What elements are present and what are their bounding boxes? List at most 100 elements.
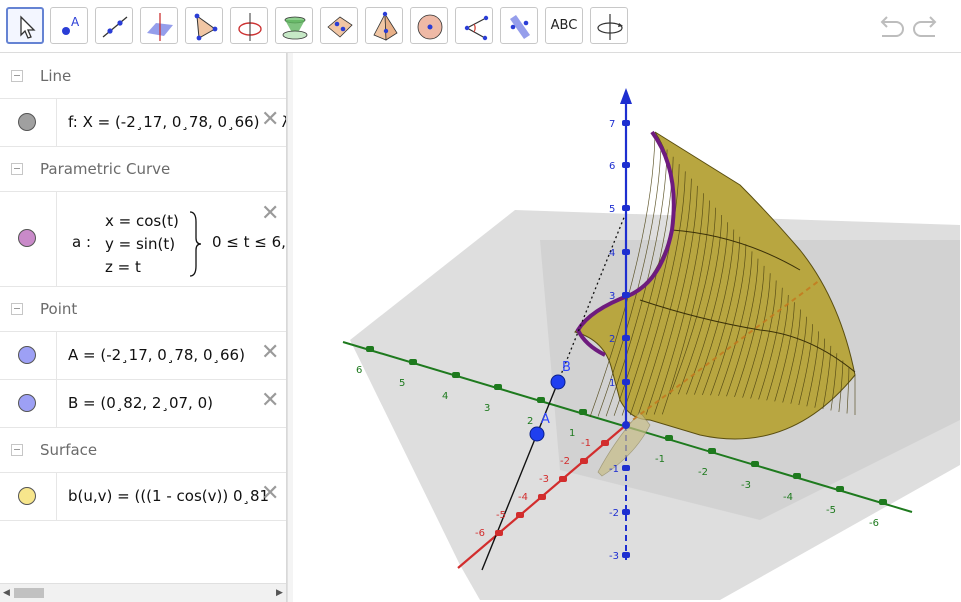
close-icon[interactable]: ✕	[261, 390, 279, 412]
x-axis-tick	[538, 494, 546, 500]
y-axis-tick	[708, 448, 716, 454]
scroll-right-icon[interactable]: ▶	[276, 588, 283, 598]
rotate-view-tool-button[interactable]	[590, 7, 628, 44]
y-axis-tick	[879, 499, 887, 505]
y-axis-tick-label: 2	[527, 416, 533, 427]
reflect-plane-tool-button[interactable]	[500, 7, 538, 44]
expression-B[interactable]: B = (0¸82, 2¸07, 0)	[68, 394, 213, 412]
y-axis-tick	[793, 473, 801, 479]
circle-axis-icon	[238, 13, 262, 41]
collapse-icon[interactable]	[11, 70, 23, 82]
point-B[interactable]	[550, 374, 566, 390]
horizontal-scrollbar[interactable]: ◀ ▶	[0, 583, 286, 602]
pyramid-icon	[373, 11, 398, 41]
marble-cell	[0, 192, 57, 286]
visibility-marble[interactable]	[18, 394, 36, 412]
close-icon[interactable]: ✕	[261, 342, 279, 364]
y-axis-tick-label: 6	[356, 365, 362, 376]
z-axis-tick	[622, 249, 630, 255]
expression-a-x[interactable]: x = cos(t)	[105, 212, 179, 230]
y-axis-tick-label: -2	[698, 467, 708, 478]
group-header-surface[interactable]: Surface	[0, 428, 286, 473]
y-axis-tick-label: -6	[869, 518, 879, 529]
plane-icon	[147, 13, 173, 41]
z-axis-tick	[622, 335, 630, 341]
y-axis-tick-label: 4	[442, 391, 448, 402]
group-label: Point	[40, 300, 78, 318]
algebra-row-A[interactable]: A = (-2¸17, 0¸78, 0¸66) ✕	[0, 332, 286, 380]
z-axis-tick-label: -2	[609, 508, 619, 519]
marble-cell	[0, 473, 57, 520]
redo-icon[interactable]	[911, 12, 943, 42]
point-A[interactable]	[529, 426, 545, 442]
angle-tool-button[interactable]	[455, 7, 493, 44]
scene-3d[interactable]: A B 7654321-1-2-3654321-1-2-3-4-5-6-1-2-…	[293, 53, 961, 602]
collapse-icon[interactable]	[11, 444, 23, 456]
expression-a-prefix: a :	[72, 233, 92, 251]
group-header-line[interactable]: Line	[0, 54, 286, 99]
intersect-surfaces-tool-button[interactable]	[320, 7, 358, 44]
close-icon[interactable]: ✕	[261, 109, 280, 131]
triangle-icon	[194, 13, 218, 41]
sphere-icon	[417, 14, 443, 40]
graphics-3d-view[interactable]: A B 7 6 5 4 3 2 1 -1 -2 -3 6 5 4 3 2 1 -1 -2 -3 -4 -5 -6 -1 -2-…	[293, 53, 961, 602]
z-axis-tick-label: 5	[609, 204, 615, 215]
undo-icon[interactable]	[874, 12, 906, 42]
x-axis-tick-label: -5	[496, 510, 506, 521]
algebra-row-a[interactable]: a : x = cos(t) y = sin(t) z = t 0 ≤ t ≤ …	[0, 192, 286, 287]
group-label: Line	[40, 67, 72, 85]
cone-tool-button[interactable]	[275, 7, 313, 44]
algebra-row-b[interactable]: b(u,v) = (((1 - cos(v)) 0¸81 ✕	[0, 473, 286, 521]
expression-A[interactable]: A = (-2¸17, 0¸78, 0¸66)	[68, 346, 245, 364]
group-header-point[interactable]: Point	[0, 287, 286, 332]
z-axis-tick	[622, 379, 630, 385]
algebra-row-B[interactable]: B = (0¸82, 2¸07, 0) ✕	[0, 380, 286, 428]
visibility-marble[interactable]	[18, 113, 36, 131]
expression-a-y[interactable]: y = sin(t)	[105, 235, 175, 253]
z-axis-tick	[622, 465, 630, 471]
expression-b[interactable]: b(u,v) = (((1 - cos(v)) 0¸81	[68, 487, 269, 505]
group-label: Surface	[40, 441, 98, 459]
collapse-icon[interactable]	[11, 303, 23, 315]
y-axis-tick	[665, 435, 673, 441]
z-axis-tick	[622, 552, 630, 558]
polygon-tool-button[interactable]	[185, 7, 223, 44]
scroll-left-icon[interactable]: ◀	[3, 588, 10, 598]
z-axis-tick	[622, 120, 630, 126]
abc-text-icon: ABC	[550, 18, 578, 33]
pyramid-tool-button[interactable]	[365, 7, 403, 44]
z-axis-tick-label: 3	[609, 291, 615, 302]
close-icon[interactable]: ✕	[261, 203, 279, 225]
x-axis-tick-label: -4	[518, 492, 528, 503]
group-header-parametric-curve[interactable]: Parametric Curve	[0, 147, 286, 192]
x-axis-tick	[580, 458, 588, 464]
collapse-icon[interactable]	[11, 163, 23, 175]
y-axis-tick	[409, 359, 417, 365]
angle-icon	[464, 15, 489, 41]
line-tool-button[interactable]	[95, 7, 133, 44]
x-axis-tick-label: -3	[539, 474, 549, 485]
y-axis-tick-label: 5	[399, 378, 405, 389]
x-axis-tick-label: -2	[560, 456, 570, 467]
scroll-thumb[interactable]	[14, 588, 44, 598]
point-A-label: A	[541, 412, 550, 427]
visibility-marble[interactable]	[18, 229, 36, 247]
z-axis-arrow	[620, 88, 632, 104]
algebra-row-f[interactable]: f: X = (-2¸17, 0¸78, 0¸66) + λ ✕	[0, 99, 286, 147]
z-axis-tick-label: -3	[609, 551, 619, 562]
sphere-tool-button[interactable]	[410, 7, 448, 44]
y-axis-tick	[579, 409, 587, 415]
z-axis-tick-label: -1	[609, 464, 619, 475]
text-tool-button[interactable]: ABC	[545, 7, 583, 44]
point-B-label: B	[562, 360, 571, 375]
expression-a-z[interactable]: z = t	[105, 258, 141, 276]
close-icon[interactable]: ✕	[261, 483, 279, 505]
perpendicular-plane-tool-button[interactable]	[140, 7, 178, 44]
visibility-marble[interactable]	[18, 487, 36, 505]
visibility-marble[interactable]	[18, 346, 36, 364]
x-axis-tick-label: -6	[475, 528, 485, 539]
expression-f[interactable]: f: X = (-2¸17, 0¸78, 0¸66) + λ	[68, 113, 286, 131]
move-tool-button[interactable]	[6, 7, 44, 44]
point-tool-button[interactable]: A	[50, 7, 88, 44]
circle-axis-point-tool-button[interactable]	[230, 7, 268, 44]
